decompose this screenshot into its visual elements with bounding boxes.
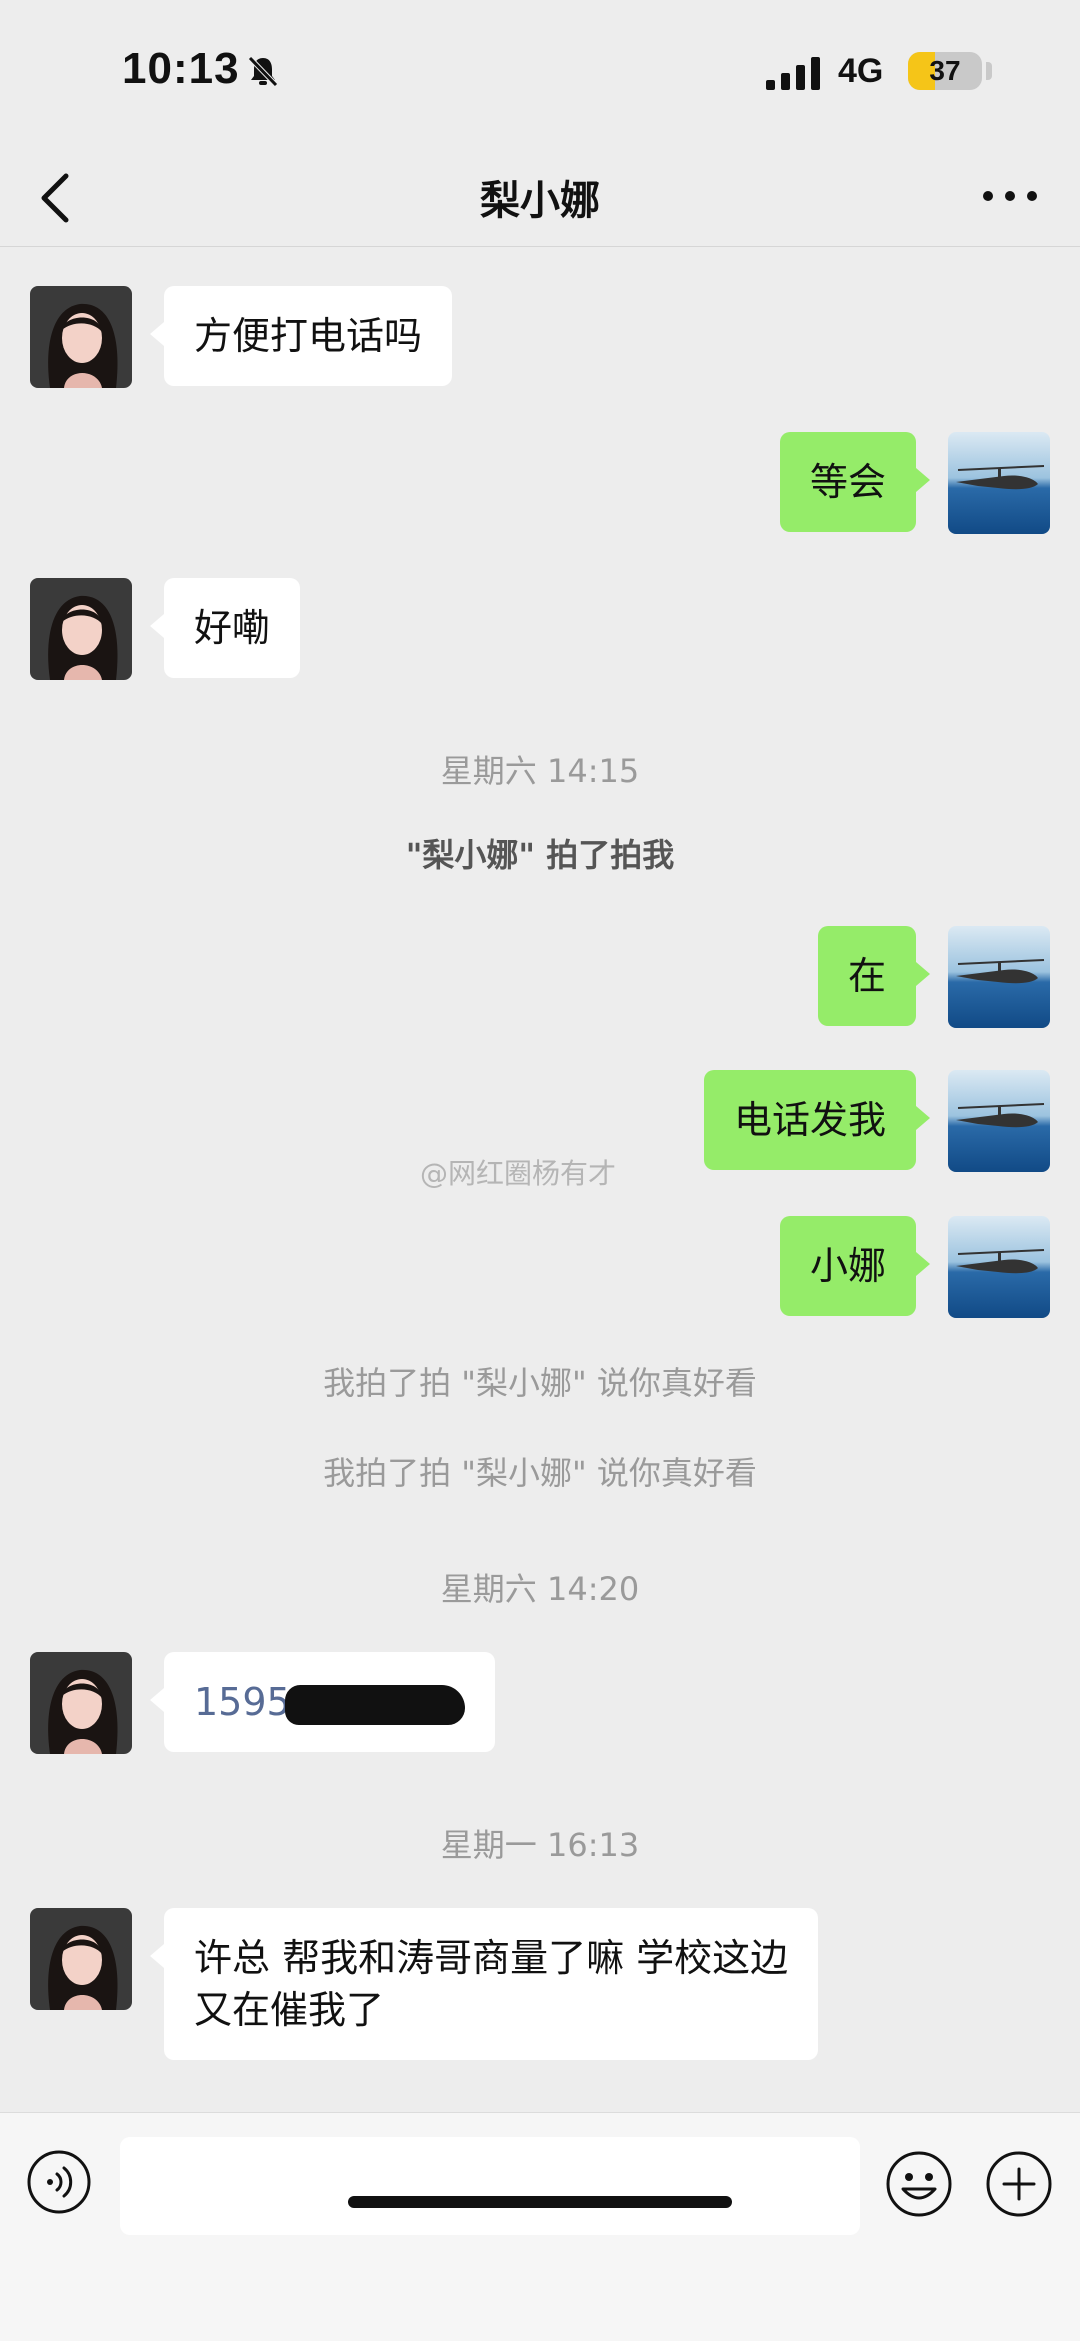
incoming-message[interactable]: 好嘞 — [149, 578, 301, 678]
watermark: @网红圈杨有才 — [420, 1157, 617, 1190]
timestamp: 星期六 14:20 — [440, 1570, 640, 1608]
chat-header: 梨小娜 — [0, 150, 1080, 247]
system-notice: "梨小娜" 拍了拍我 — [405, 836, 675, 874]
incoming-message[interactable]: 1595 — [150, 1652, 495, 1752]
helicopter-avatar-image — [948, 1070, 1050, 1172]
girl-avatar-image — [30, 286, 132, 388]
outgoing-message[interactable]: 在 — [817, 926, 931, 1026]
helicopter-avatar-image — [948, 1216, 1050, 1318]
incoming-message[interactable]: 许总 帮我和涛哥商量了嘛 学校这边 又在催我了 — [149, 1908, 819, 2060]
incoming-message[interactable]: 方便打电话吗 — [149, 286, 453, 386]
outgoing-message[interactable]: 小娜 — [779, 1216, 931, 1316]
status-bar: 10:13 4G 37 — [0, 0, 1080, 150]
timestamp: 星期六 14:15 — [440, 752, 640, 790]
redaction-mark — [284, 1684, 465, 1725]
girl-avatar-image — [30, 1652, 132, 1754]
battery-icon: 37 — [908, 52, 982, 90]
timestamp: 星期一 16:13 — [440, 1826, 640, 1864]
message-line: 又在催我了 — [194, 1988, 385, 2032]
message-line: 许总 帮我和涛哥商量了嘛 学校这边 — [194, 1936, 789, 1980]
system-notice: 我拍了拍 "梨小娜" 说你真好看 — [323, 1454, 757, 1492]
battery-tip — [986, 62, 992, 80]
contact-avatar[interactable] — [30, 578, 132, 680]
system-notice: 我拍了拍 "梨小娜" 说你真好看 — [323, 1364, 757, 1402]
outgoing-message[interactable]: 电话发我 — [703, 1070, 931, 1170]
home-indicator[interactable] — [348, 2196, 732, 2208]
input-bar — [0, 2112, 1080, 2341]
bell-slash-icon — [248, 56, 278, 87]
girl-avatar-image — [30, 1908, 132, 2010]
helicopter-avatar-image — [948, 432, 1050, 534]
message-input[interactable] — [120, 2137, 860, 2235]
plus-icon[interactable] — [984, 2149, 1054, 2219]
helicopter-avatar-image — [948, 926, 1050, 1028]
contact-avatar[interactable] — [30, 1652, 132, 1754]
status-time: 10:13 — [122, 44, 240, 93]
contact-avatar[interactable] — [30, 286, 132, 388]
battery-percent: 37 — [929, 55, 961, 86]
contact-avatar[interactable] — [30, 1908, 132, 2010]
chat-title: 梨小娜 — [480, 178, 600, 224]
emoji-icon[interactable] — [884, 2149, 954, 2219]
my-avatar[interactable] — [948, 432, 1050, 534]
signal-icon — [766, 57, 820, 90]
outgoing-message[interactable]: 等会 — [779, 432, 931, 532]
voice-icon[interactable] — [26, 2149, 92, 2215]
more-icon[interactable] — [980, 186, 1040, 206]
girl-avatar-image — [30, 578, 132, 680]
my-avatar[interactable] — [948, 1070, 1050, 1172]
my-avatar[interactable] — [948, 926, 1050, 1028]
network-type: 4G — [838, 52, 884, 90]
my-avatar[interactable] — [948, 1216, 1050, 1318]
phone-number-link[interactable]: 1595 — [194, 1680, 291, 1724]
